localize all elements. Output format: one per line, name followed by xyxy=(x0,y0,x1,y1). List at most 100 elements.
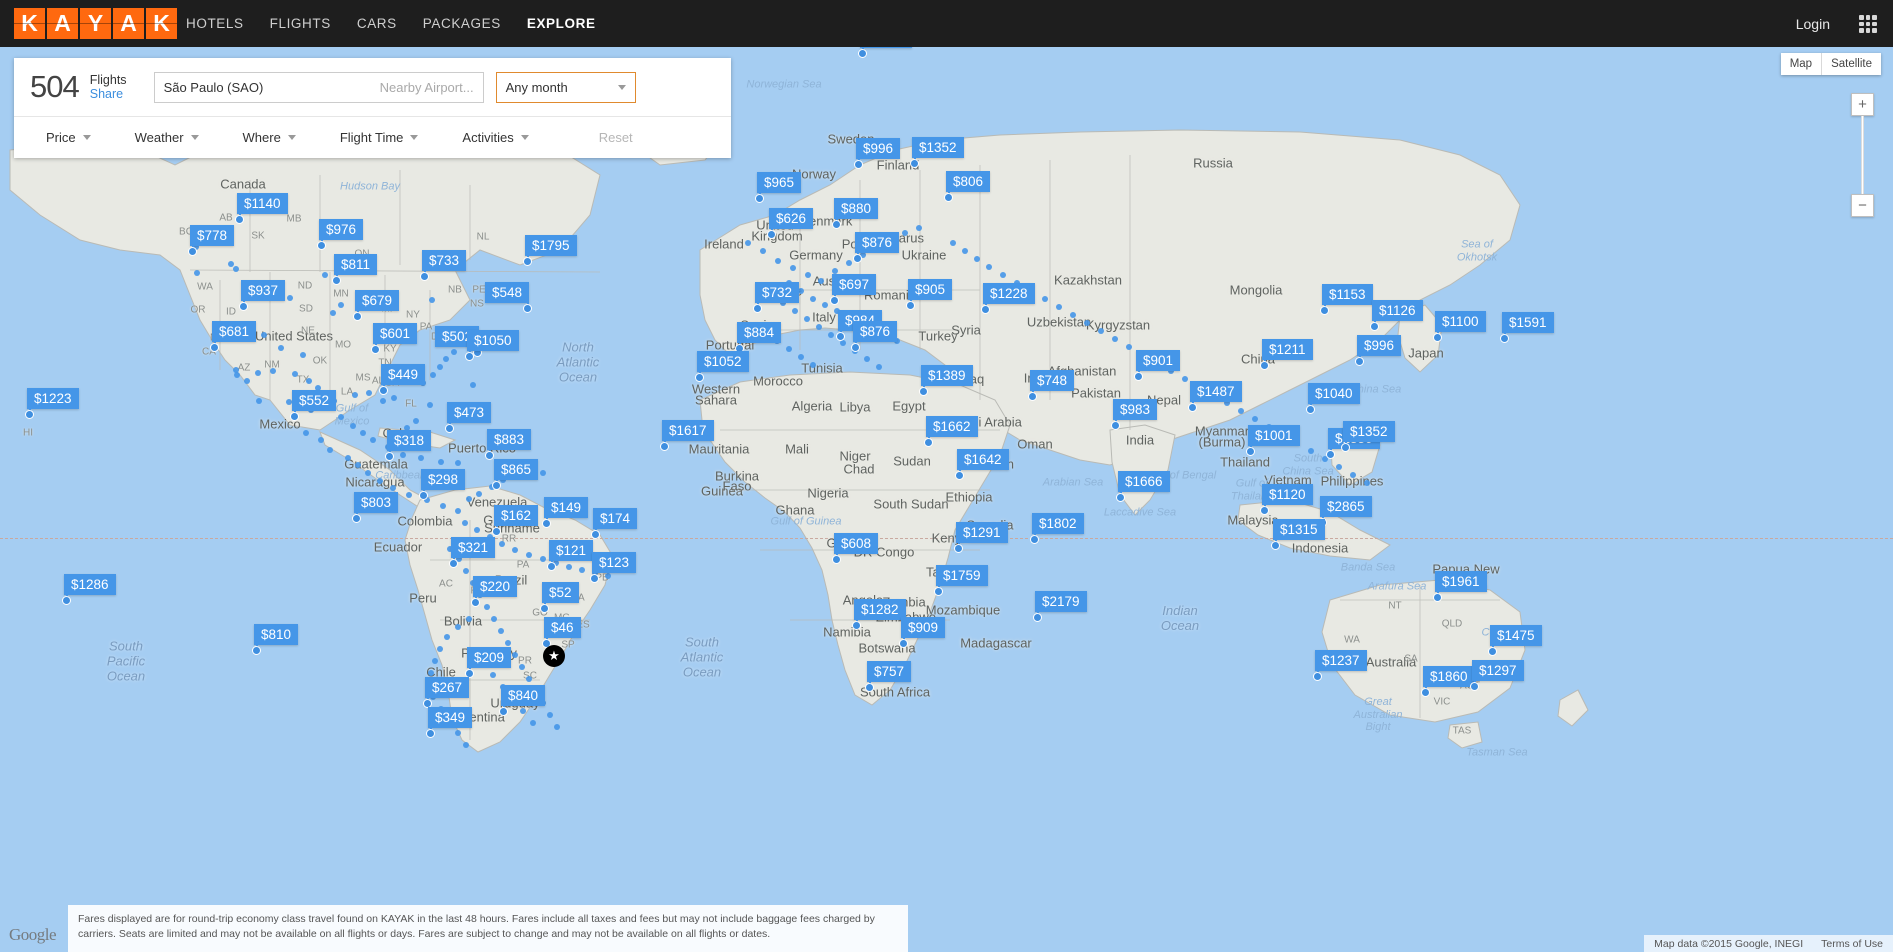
destination-pin[interactable] xyxy=(798,354,804,360)
price-marker-label[interactable]: $1126 xyxy=(1372,300,1423,321)
price-marker-dot[interactable] xyxy=(471,598,480,607)
destination-pin[interactable] xyxy=(822,302,828,308)
destination-pin[interactable] xyxy=(391,395,397,401)
destination-pin[interactable] xyxy=(338,302,344,308)
destination-pin[interactable] xyxy=(255,370,261,376)
price-marker-dot[interactable] xyxy=(485,451,494,460)
destination-pin[interactable] xyxy=(455,624,461,630)
price-marker-label[interactable]: $1153 xyxy=(1322,284,1373,305)
price-marker-dot[interactable] xyxy=(755,194,764,203)
price-marker-dot[interactable] xyxy=(591,530,600,539)
price-marker-label[interactable]: $1352 xyxy=(1343,421,1395,442)
price-marker-label[interactable]: $1860 xyxy=(1423,666,1475,687)
filter-weather[interactable]: Weather xyxy=(135,130,199,145)
destination-pin[interactable] xyxy=(974,256,980,262)
price-marker-label[interactable]: $880 xyxy=(834,198,879,219)
destination-pin[interactable] xyxy=(474,527,480,533)
destination-pin[interactable] xyxy=(805,272,811,278)
price-marker-dot[interactable] xyxy=(854,160,863,169)
destination-pin[interactable] xyxy=(370,437,376,443)
price-marker-label[interactable]: $965 xyxy=(757,172,802,193)
destination-pin[interactable] xyxy=(554,724,560,730)
destination-pin[interactable] xyxy=(1364,480,1370,486)
destination-pin[interactable] xyxy=(818,278,824,284)
price-marker-label[interactable]: $1282 xyxy=(854,599,906,620)
price-marker-dot[interactable] xyxy=(1370,322,1379,331)
price-marker-dot[interactable] xyxy=(830,296,839,305)
destination-pin[interactable] xyxy=(380,398,386,404)
price-marker-dot[interactable] xyxy=(492,481,501,490)
price-marker-label[interactable]: $1052 xyxy=(697,351,749,372)
price-marker-dot[interactable] xyxy=(332,276,341,285)
destination-pin[interactable] xyxy=(463,568,469,574)
price-marker-label[interactable]: $1211 xyxy=(1262,339,1313,360)
price-marker-label[interactable]: $1759 xyxy=(936,565,988,586)
destination-pin[interactable] xyxy=(443,356,449,362)
nav-item-flights[interactable]: FLIGHTS xyxy=(270,16,331,31)
price-marker-dot[interactable] xyxy=(590,574,599,583)
destination-pin[interactable] xyxy=(490,672,496,678)
price-marker-dot[interactable] xyxy=(899,639,908,648)
search-panel[interactable]: 504 Flights Share São Paulo (SAO) Nearby… xyxy=(14,58,731,158)
destination-pin[interactable] xyxy=(455,460,461,466)
price-marker-label[interactable]: $1120 xyxy=(1262,484,1313,505)
reset-button[interactable]: Reset xyxy=(599,130,633,145)
price-marker-label[interactable]: $1050 xyxy=(467,330,519,351)
price-marker-label[interactable]: $123 xyxy=(592,552,637,573)
destination-pin[interactable] xyxy=(318,437,324,443)
price-marker-dot[interactable] xyxy=(499,707,508,716)
destination-pin[interactable] xyxy=(1112,336,1118,342)
destination-pin[interactable] xyxy=(360,430,366,436)
price-marker-dot[interactable] xyxy=(317,241,326,250)
price-marker-label[interactable]: $209 xyxy=(467,647,512,668)
destination-pin[interactable] xyxy=(327,447,333,453)
destination-pin[interactable] xyxy=(547,712,553,718)
price-marker-dot[interactable] xyxy=(944,193,953,202)
price-marker-label[interactable]: $883 xyxy=(487,429,532,450)
destination-pin[interactable] xyxy=(1350,472,1356,478)
price-marker-dot[interactable] xyxy=(1260,506,1269,515)
destination-pin[interactable] xyxy=(466,616,472,622)
price-marker-dot[interactable] xyxy=(1433,593,1442,602)
destination-pin[interactable] xyxy=(986,264,992,270)
map-type-satellite[interactable]: Satellite xyxy=(1821,53,1881,75)
filter-activities[interactable]: Activities xyxy=(462,130,529,145)
price-marker-label[interactable]: $548 xyxy=(484,282,529,303)
destination-pin[interactable] xyxy=(902,230,908,236)
price-marker-dot[interactable] xyxy=(1260,361,1269,370)
destination-pin[interactable] xyxy=(233,266,239,272)
destination-pin[interactable] xyxy=(256,398,262,404)
price-marker-dot[interactable] xyxy=(1188,403,1197,412)
price-marker-dot[interactable] xyxy=(858,49,867,58)
price-marker-label[interactable]: $1286 xyxy=(64,574,116,595)
destination-pin[interactable] xyxy=(810,362,816,368)
destination-pin[interactable] xyxy=(745,240,751,246)
price-marker-label[interactable]: $1237 xyxy=(1315,650,1367,671)
price-marker-label[interactable]: $996 xyxy=(856,138,901,159)
destination-pin[interactable] xyxy=(512,547,518,553)
price-marker-label[interactable]: $349 xyxy=(428,707,473,728)
price-marker-label[interactable]: $1795 xyxy=(525,235,577,256)
destination-pin[interactable] xyxy=(413,418,419,424)
destination-pin[interactable] xyxy=(484,604,490,610)
destination-pin[interactable] xyxy=(440,503,446,509)
price-marker-dot[interactable] xyxy=(1116,493,1125,502)
price-marker-dot[interactable] xyxy=(1306,405,1315,414)
price-marker-label[interactable]: $1223 xyxy=(27,388,79,409)
destination-pin[interactable] xyxy=(1056,304,1062,310)
nav-item-cars[interactable]: CARS xyxy=(357,16,397,31)
destination-pin[interactable] xyxy=(303,430,309,436)
price-marker-label[interactable]: $298 xyxy=(421,469,466,490)
price-marker-label[interactable]: $810 xyxy=(254,624,299,645)
destination-pin[interactable] xyxy=(463,742,469,748)
destination-pin[interactable] xyxy=(775,258,781,264)
price-marker-label[interactable]: $1352 xyxy=(912,137,964,158)
price-marker-dot[interactable] xyxy=(210,343,219,352)
price-marker-label[interactable]: $267 xyxy=(425,677,470,698)
destination-pin[interactable] xyxy=(526,676,532,682)
price-marker-label[interactable]: $983 xyxy=(1113,399,1158,420)
destination-pin[interactable] xyxy=(365,470,371,476)
destination-pin[interactable] xyxy=(476,491,482,497)
destination-pin[interactable] xyxy=(499,541,505,547)
price-marker-dot[interactable] xyxy=(1488,647,1497,656)
